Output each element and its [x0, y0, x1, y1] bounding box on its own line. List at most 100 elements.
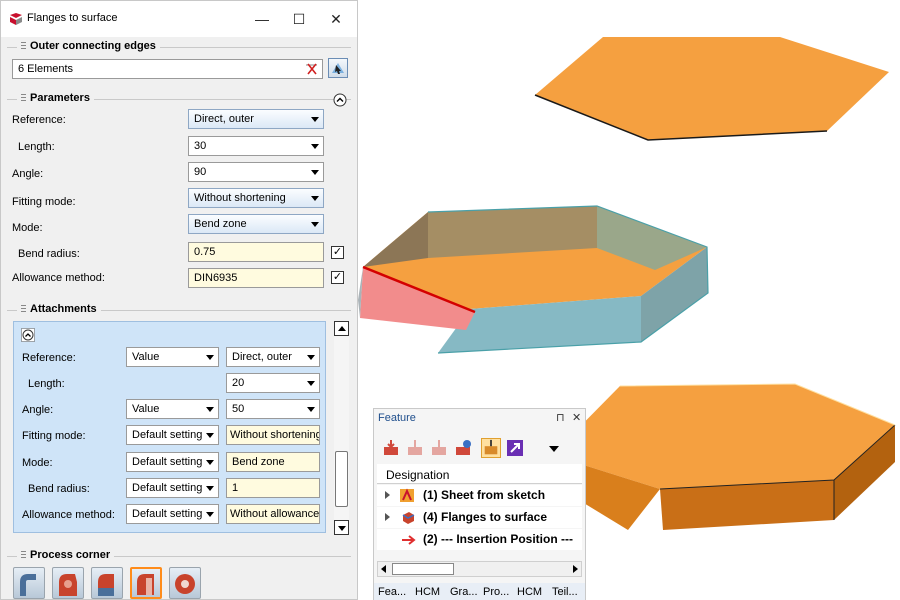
pick-edges-button[interactable] [328, 58, 348, 78]
panel-close-button[interactable]: ✕ [572, 411, 581, 424]
bottom-tabstrip: Fea... HCM Gra... Pro... HCM Teil... [374, 583, 585, 600]
insert-before-icon[interactable] [381, 438, 401, 458]
move-down-icon[interactable] [429, 438, 449, 458]
arrow-up-icon [338, 326, 346, 331]
hscroll-thumb[interactable] [392, 563, 454, 575]
collapse-icon[interactable] [333, 93, 347, 107]
corner-option-3-button[interactable] [91, 567, 123, 599]
scroll-right-icon[interactable] [573, 565, 578, 573]
expand-icon[interactable] [385, 513, 390, 521]
allowance-checkbox[interactable]: ✓ [331, 271, 344, 284]
bend-radius-checkbox[interactable]: ✓ [331, 246, 344, 259]
toolbar-overflow-icon[interactable] [549, 446, 559, 452]
att-allowance-input[interactable]: Without allowance [226, 504, 320, 524]
reference-label: Reference: [12, 114, 66, 126]
scroll-down-button[interactable] [334, 520, 349, 535]
collapse-icon[interactable] [21, 328, 35, 342]
scroll-up-button[interactable] [334, 321, 349, 336]
length-select[interactable]: 30 [188, 136, 324, 156]
attachments-group: Attachments [7, 303, 351, 315]
reference-select[interactable]: Direct, outer [188, 109, 324, 129]
dialog-title: Flanges to surface [27, 12, 118, 24]
expand-icon[interactable] [385, 491, 390, 499]
attachments-scrollbar[interactable] [334, 321, 349, 535]
att-bend-radius-input[interactable]: 1 [226, 478, 320, 498]
att-reference-select[interactable]: Direct, outer [226, 347, 320, 367]
length-value: 30 [194, 140, 207, 152]
flanged-tray-part[interactable] [358, 205, 709, 354]
scroll-thumb[interactable] [335, 451, 348, 507]
flat-sheet-part[interactable] [534, 37, 889, 141]
outer-edges-title: Outer connecting edges [30, 40, 156, 52]
att-angle-mode-select[interactable]: Value [126, 399, 219, 419]
att-mode-input[interactable]: Bend zone [226, 452, 320, 472]
jump-to-icon[interactable] [505, 438, 525, 458]
clear-selection-icon[interactable] [305, 63, 318, 75]
corner-open-icon [20, 574, 36, 596]
tab-feature[interactable]: Fea... [378, 586, 406, 598]
process-corner-group: Process corner [7, 549, 351, 561]
att-reference-mode: Value [132, 351, 160, 363]
chevron-down-icon [206, 460, 214, 465]
att-bend-radius-mode-select[interactable]: Default setting [126, 478, 219, 498]
bend-radius-input[interactable]: 0.75 [188, 242, 324, 262]
att-fitting-mode-input[interactable]: Without shortening [226, 425, 320, 445]
allowance-label: Allowance method: [12, 272, 105, 284]
tab-product[interactable]: Pro... [483, 586, 509, 598]
att-angle-select[interactable]: 50 [226, 399, 320, 419]
tree-row-sheet-from-sketch[interactable]: (1) Sheet from sketch [377, 485, 582, 506]
maximize-button[interactable]: ☐ [288, 9, 310, 29]
tab-graphics[interactable]: Gra... [450, 586, 478, 598]
minimize-button[interactable]: — [251, 9, 273, 29]
att-fitting-mode-select[interactable]: Default setting [126, 425, 219, 445]
corner-option-4-button[interactable] [130, 567, 162, 599]
att-mode-mode-select[interactable]: Default setting [126, 452, 219, 472]
app-logo-icon [9, 12, 23, 26]
fitting-mode-select[interactable]: Without shortening [188, 188, 324, 208]
mode-label: Mode: [12, 222, 43, 234]
insertion-position-icon[interactable] [481, 438, 501, 458]
close-button[interactable]: ✕ [325, 9, 347, 29]
allowance-input[interactable]: DIN6935 [188, 268, 324, 288]
tree-row-insertion-position[interactable]: (2) --- Insertion Position --- [377, 529, 582, 550]
tree-hscrollbar[interactable] [377, 561, 582, 577]
corner-option-2-button[interactable] [52, 567, 84, 599]
att-fitting-mode-label: Fitting mode: [22, 430, 86, 442]
chevron-down-icon [206, 486, 214, 491]
tree-row-flanges-to-surface[interactable]: (4) Flanges to surface [377, 507, 582, 528]
tab-hcm-2[interactable]: HCM [517, 586, 542, 598]
chevron-down-icon [311, 196, 319, 201]
corner-option-5-button[interactable] [169, 567, 201, 599]
reference-value: Direct, outer [194, 113, 254, 125]
angle-label: Angle: [12, 168, 44, 180]
flange-surface-part[interactable] [546, 383, 896, 530]
corner-option-1-button[interactable] [13, 567, 45, 599]
att-length-select[interactable]: 20 [226, 373, 320, 393]
flanges-dialog: Flanges to surface — ☐ ✕ Outer connectin… [0, 0, 358, 600]
att-reference-label: Reference: [22, 352, 76, 364]
outer-edges-field[interactable]: 6 Elements [12, 59, 323, 79]
recalculate-icon[interactable] [453, 438, 473, 458]
parameters-title: Parameters [30, 92, 90, 104]
chevron-down-icon [311, 170, 319, 175]
grip-icon [21, 550, 26, 560]
scroll-left-icon[interactable] [381, 565, 386, 573]
att-mode-mode: Default setting [132, 456, 203, 468]
corner-closed-icon [137, 574, 154, 595]
att-allowance-value: Without allowance [230, 508, 320, 520]
tab-parts[interactable]: Teil... [552, 586, 578, 598]
att-length-label: Length: [28, 378, 65, 390]
mode-select[interactable]: Bend zone [188, 214, 324, 234]
tab-hcm-1[interactable]: HCM [415, 586, 440, 598]
att-angle-label: Angle: [22, 404, 54, 416]
mode-value: Bend zone [194, 218, 247, 230]
move-up-icon[interactable] [405, 438, 425, 458]
att-bend-radius-mode: Default setting [132, 482, 203, 494]
angle-value: 90 [194, 166, 207, 178]
att-reference-mode-select[interactable]: Value [126, 347, 219, 367]
pin-icon[interactable]: ⊓ [556, 411, 565, 424]
att-mode-label: Mode: [22, 457, 53, 469]
att-allowance-mode-select[interactable]: Default setting [126, 504, 219, 524]
angle-select[interactable]: 90 [188, 162, 324, 182]
att-length-value: 20 [232, 377, 245, 389]
